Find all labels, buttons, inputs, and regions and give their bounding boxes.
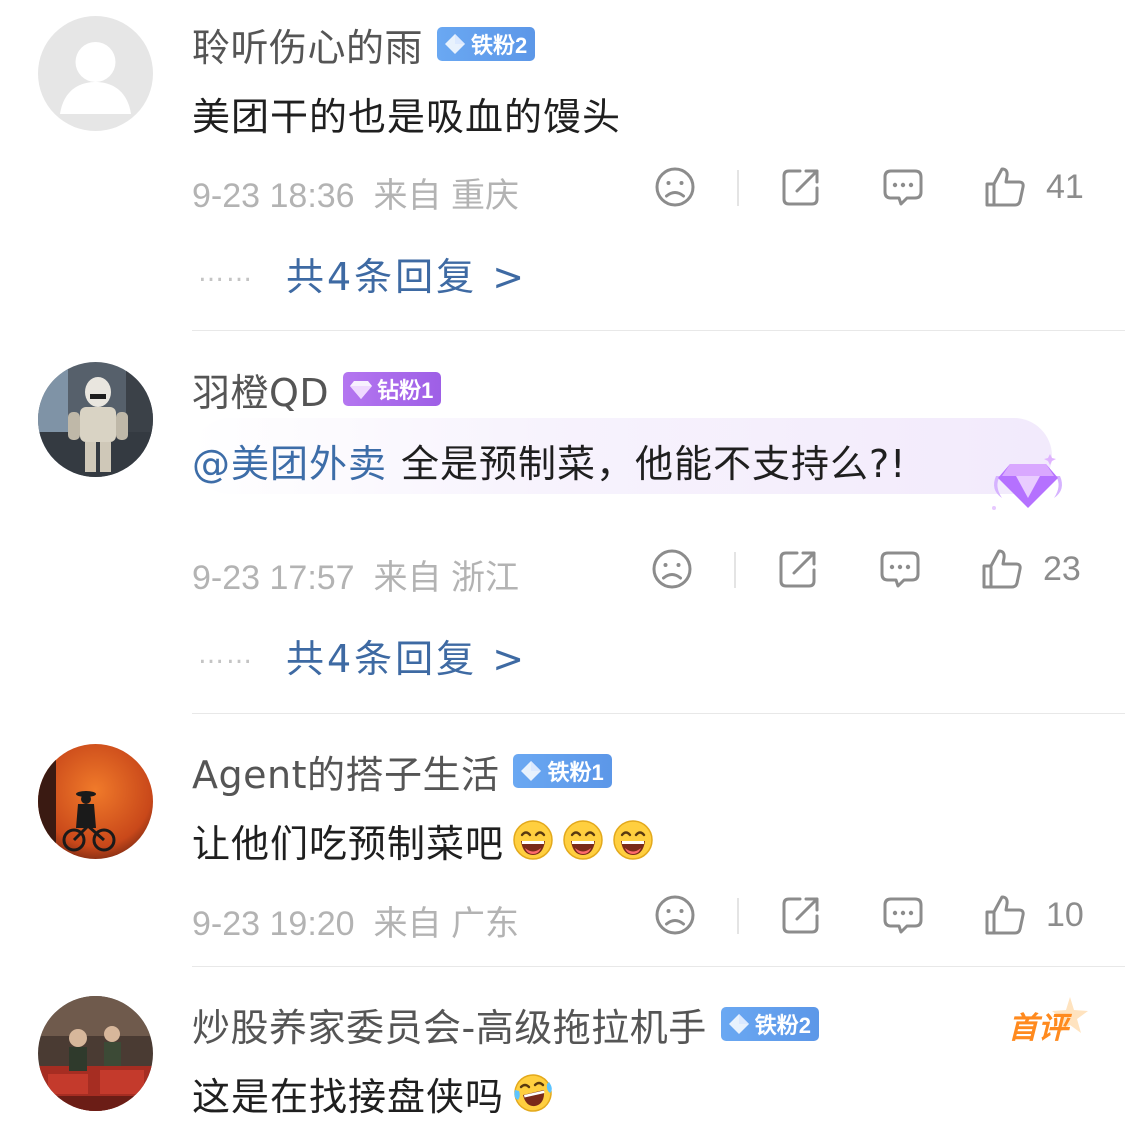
meta-row: 9-23 18:36 来自 重庆 41 [192, 160, 1092, 216]
comment-item: 炒股养家委员会-高级拖拉机手 铁粉2 首评 这是在找接盘侠吗 [0, 967, 1125, 1145]
like-count: 23 [1043, 550, 1081, 588]
gem-icon [728, 1014, 749, 1034]
share-icon[interactable] [778, 164, 824, 210]
first-comment-tag: 首评 [1008, 1011, 1068, 1046]
meta-row: 9-23 19:20 来自 广东 10 [192, 888, 1092, 944]
like-icon[interactable] [982, 164, 1028, 210]
comment-time: 9-23 19:20 来自 广东 [192, 905, 519, 943]
dislike-icon[interactable] [652, 892, 698, 938]
comment-text[interactable]: 让他们吃预制菜吧 [192, 812, 654, 868]
like-count: 41 [1046, 168, 1084, 206]
view-replies-link[interactable]: 共4条回复 > [286, 246, 527, 301]
divider [737, 898, 739, 934]
gem-icon [521, 761, 542, 781]
comment-text[interactable]: 美团干的也是吸血的馒头 [192, 86, 621, 140]
share-icon[interactable] [778, 892, 824, 938]
badge-label: 铁粉1 [547, 760, 604, 785]
like-icon[interactable] [979, 546, 1025, 592]
divider [734, 552, 736, 588]
avatar[interactable] [38, 362, 153, 477]
avatar[interactable] [38, 996, 153, 1111]
dislike-icon[interactable] [652, 164, 698, 210]
diamond-fan-decoration-icon [992, 454, 1062, 510]
dislike-icon[interactable] [649, 546, 695, 592]
comment-body: 让他们吃预制菜吧 [192, 821, 505, 866]
username[interactable]: 聆听伤心的雨 [192, 17, 423, 72]
reply-dots: …… [198, 640, 254, 670]
divider [737, 170, 739, 206]
gem-icon [445, 34, 466, 54]
fan-badge[interactable]: 铁粉1 [513, 754, 612, 788]
fan-badge[interactable]: 铁粉2 [437, 27, 536, 61]
laughing-emoji-icon [613, 820, 653, 860]
comment-text[interactable]: @美团外卖 全是预制菜，他能不支持么?! [192, 432, 906, 488]
comment-item: Agent的搭子生活 铁粉1 让他们吃预制菜吧 9-23 19:20 来自 广东… [0, 714, 1125, 966]
username[interactable]: 羽橙QD [192, 362, 329, 417]
comment-time: 9-23 17:57 来自 浙江 [192, 559, 519, 597]
share-icon[interactable] [775, 546, 821, 592]
badge-label: 铁粉2 [471, 33, 528, 58]
avatar[interactable] [38, 16, 153, 131]
badge-label: 钻粉1 [377, 378, 434, 403]
comment-icon[interactable] [880, 164, 926, 210]
comment-item: 聆听伤心的雨 铁粉2 美团干的也是吸血的馒头 9-23 18:36 来自 重庆 … [0, 0, 1125, 330]
crying-laughing-emoji-icon [514, 1074, 552, 1112]
laughing-emoji-icon [563, 820, 603, 860]
comment-body: 这是在找接盘侠吗 [192, 1074, 505, 1119]
username[interactable]: Agent的搭子生活 [192, 744, 499, 799]
badge-label: 铁粉2 [754, 1013, 811, 1038]
comment-icon[interactable] [877, 546, 923, 592]
username[interactable]: 炒股养家委员会-高级拖拉机手 [192, 997, 707, 1052]
comment-item: 羽橙QD 钻粉1 @美团外卖 全是预制菜，他能不支持么?! 9-23 17:57… [0, 331, 1125, 713]
comment-text[interactable]: 这是在找接盘侠吗 [192, 1065, 554, 1121]
comment-time: 9-23 18:36 来自 重庆 [192, 177, 519, 215]
diamond-icon [350, 381, 373, 399]
laughing-emoji-icon [513, 820, 553, 860]
comment-body: 美团干的也是吸血的馒头 [192, 94, 622, 139]
comment-icon[interactable] [880, 892, 926, 938]
mention-link[interactable]: @美团外卖 [192, 433, 387, 488]
like-count: 10 [1046, 896, 1084, 934]
fan-badge[interactable]: 铁粉2 [720, 1007, 819, 1041]
reply-dots: …… [198, 258, 254, 288]
like-icon[interactable] [982, 892, 1028, 938]
avatar[interactable] [38, 744, 153, 859]
meta-row: 9-23 17:57 来自 浙江 23 [192, 542, 1092, 598]
view-replies-link[interactable]: 共4条回复 > [286, 628, 527, 683]
comment-body: 全是预制菜，他能不支持么?! [401, 441, 907, 486]
fan-badge[interactable]: 钻粉1 [343, 372, 442, 406]
